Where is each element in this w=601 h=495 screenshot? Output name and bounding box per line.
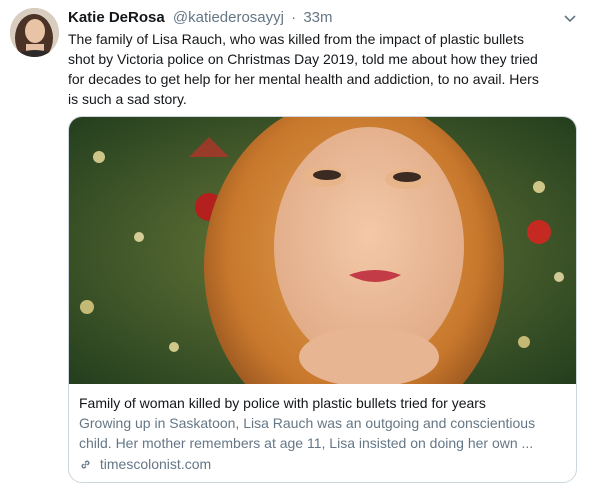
author-name[interactable]: Katie DeRosa	[68, 9, 165, 26]
card-image[interactable]	[69, 117, 576, 384]
tweet-text-line: shot by Victoria police on Christmas Day…	[68, 51, 538, 67]
card-description-line: Growing up in Saskatoon, Lisa Rauch was …	[79, 415, 536, 431]
card-photo	[69, 117, 576, 384]
tweet-text-line: is such a sad story.	[68, 91, 187, 107]
link-icon	[79, 456, 100, 472]
card-domain[interactable]: timescolonist.com	[79, 454, 569, 474]
author-handle[interactable]: @katiederosayyj	[173, 9, 284, 26]
link-preview-card[interactable]: Family of woman killed by police with pl…	[68, 116, 577, 483]
tweet-header: Katie DeRosa @katiederosayyj · 33m	[68, 9, 561, 27]
tweet-text-line: The family of Lisa Rauch, who was killed…	[68, 31, 524, 47]
separator-dot: ·	[291, 9, 297, 26]
tweet-text-line: for decades to get help for her mental h…	[68, 71, 539, 87]
card-description-line: child. Her mother remembers at age 11, L…	[79, 435, 534, 451]
timestamp[interactable]: 33m	[303, 9, 332, 26]
tweet[interactable]: Katie DeRosa @katiederosayyj · 33m The f…	[0, 0, 601, 495]
card-body: Family of woman killed by police with pl…	[79, 393, 569, 474]
card-description: Growing up in Saskatoon, Lisa Rauch was …	[79, 413, 569, 453]
card-title[interactable]: Family of woman killed by police with pl…	[79, 393, 569, 413]
card-domain-text[interactable]: timescolonist.com	[100, 456, 211, 472]
chevron-down-icon[interactable]	[563, 11, 577, 23]
avatar-image	[10, 8, 59, 57]
tweet-text: The family of Lisa Rauch, who was killed…	[68, 29, 588, 109]
avatar[interactable]	[10, 8, 59, 57]
